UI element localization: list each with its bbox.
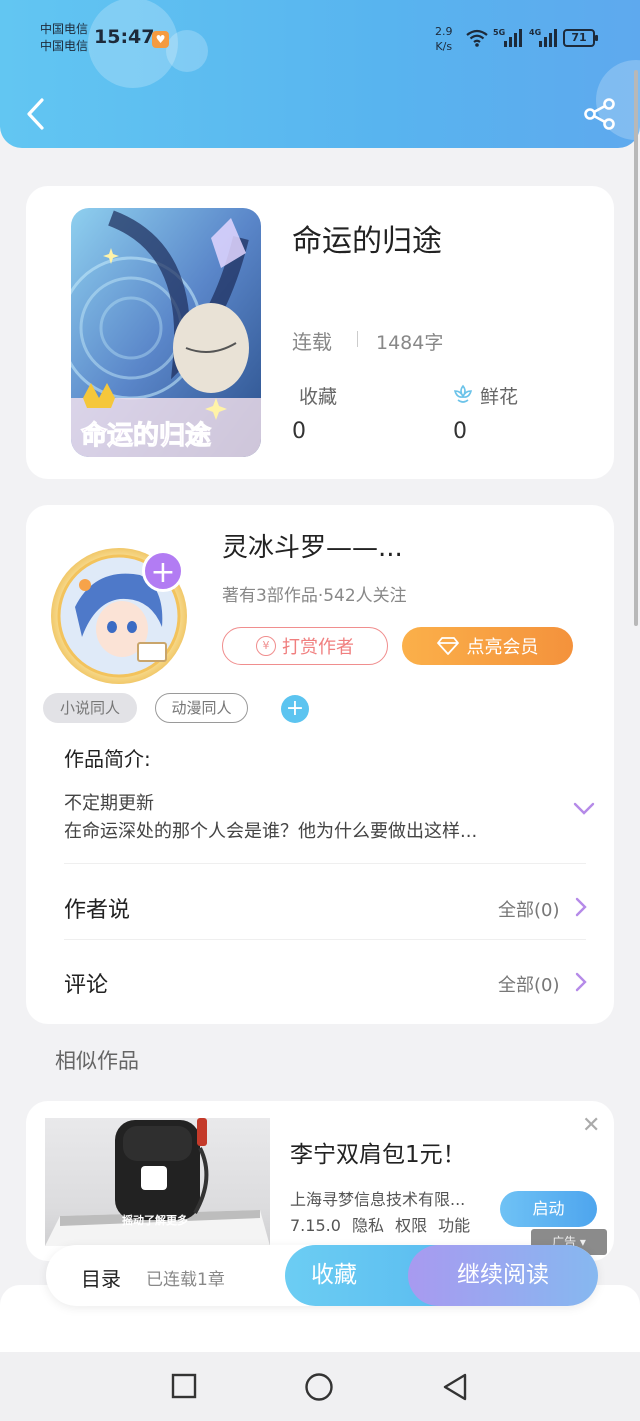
- follow-button[interactable]: +: [142, 550, 184, 592]
- comments-all[interactable]: 全部(0): [498, 971, 560, 997]
- book-title: 命运的归途: [292, 224, 442, 259]
- divider: [64, 939, 586, 940]
- scrollbar[interactable]: [634, 70, 638, 626]
- author-says-all[interactable]: 全部(0): [498, 896, 560, 922]
- svg-text:命运的归途: 命运的归途: [81, 420, 212, 451]
- collect-count: 0: [292, 419, 306, 444]
- header: 中国电信 中国电信 15:47 ♥ 2.9 K/s 5G 4G 71: [0, 0, 640, 148]
- status-carrier: 中国电信 中国电信: [40, 22, 89, 53]
- cover-illustration: 命运的归途: [71, 208, 261, 457]
- ad-company: 上海寻梦信息技术有限...: [290, 1190, 466, 1209]
- signal-icon: [539, 29, 557, 47]
- status-time: 15:47: [94, 26, 155, 48]
- share-icon[interactable]: [582, 96, 618, 132]
- divider: [357, 331, 358, 347]
- ad-card[interactable]: 摇动了解更多 李宁双肩包1元！ 上海寻梦信息技术有限... 7.15.0 隐私 …: [26, 1101, 614, 1261]
- author-card: + 灵冰斗罗——... 著有3部作品·542人关注 ¥ 打赏作者 点亮会员 小说…: [26, 505, 614, 1024]
- tip-author-label: 打赏作者: [282, 637, 354, 658]
- chevron-right-icon: [575, 897, 587, 917]
- back-icon[interactable]: [22, 96, 52, 132]
- intro-line: 不定期更新: [64, 793, 154, 814]
- tag-anime-fanfic[interactable]: 动漫同人: [155, 693, 248, 723]
- home-icon[interactable]: [304, 1372, 334, 1402]
- signal-icon: [504, 29, 522, 47]
- book-cover[interactable]: 命运的归途: [71, 208, 261, 457]
- ad-title[interactable]: 李宁双肩包1元！: [290, 1135, 466, 1169]
- chevron-right-icon: [575, 972, 587, 992]
- flower-icon: [453, 384, 473, 403]
- tag-novel-fanfic[interactable]: 小说同人: [43, 693, 137, 723]
- vip-label: 点亮会员: [466, 637, 539, 658]
- toc-button[interactable]: 目录: [81, 1263, 121, 1292]
- author-meta: 著有3部作品·542人关注: [222, 586, 407, 606]
- ad-meta[interactable]: 7.15.0 隐私 权限 功能: [290, 1212, 470, 1236]
- comments-label[interactable]: 评论: [64, 967, 108, 999]
- system-nav-bar: [0, 1352, 640, 1421]
- continue-reading-button[interactable]: 继续阅读: [408, 1245, 598, 1306]
- notification-icon: ♥: [152, 31, 169, 48]
- book-word-count: 1484字: [376, 332, 444, 354]
- toc-chapter-count: 已连载1章: [146, 1270, 225, 1290]
- flower-count: 0: [453, 419, 467, 444]
- ad-start-button[interactable]: 启动: [500, 1191, 597, 1227]
- close-icon[interactable]: ✕: [582, 1113, 600, 1138]
- book-info-card: 命运的归途 命运的归途 连载 1484字 收藏 0 鲜花 0: [26, 186, 614, 479]
- coin-icon: ¥: [256, 636, 276, 656]
- ad-image-caption: 摇动了解更多: [122, 1213, 188, 1227]
- wifi-icon: [466, 29, 488, 47]
- author-says-label[interactable]: 作者说: [64, 892, 130, 924]
- ad-image[interactable]: 摇动了解更多: [45, 1118, 270, 1246]
- network-speed: 2.9 K/s: [435, 25, 453, 53]
- add-tag-button[interactable]: +: [281, 695, 309, 723]
- recent-apps-icon[interactable]: [170, 1372, 198, 1400]
- divider: [64, 863, 586, 864]
- action-bar: 目录 已连载1章 收藏 继续阅读: [46, 1245, 598, 1306]
- collect-label: 收藏: [299, 386, 338, 408]
- book-status: 连载: [292, 330, 332, 354]
- intro-label: 作品简介:: [64, 747, 151, 771]
- decor-bubble: [166, 30, 208, 72]
- backpack-illustration: 摇动了解更多: [45, 1118, 270, 1246]
- tip-author-button[interactable]: ¥ 打赏作者: [222, 627, 388, 665]
- flower-label: 鲜花: [480, 386, 519, 408]
- battery-icon: 71: [563, 29, 598, 47]
- diamond-icon: [436, 637, 459, 655]
- back-nav-icon[interactable]: [440, 1372, 470, 1402]
- author-name[interactable]: 灵冰斗罗——...: [222, 527, 403, 564]
- expand-chevron-icon[interactable]: [572, 801, 596, 817]
- intro-line: 在命运深处的那个人会是谁？他为什么要做出这样...: [64, 821, 478, 842]
- similar-works-title: 相似作品: [55, 1049, 139, 1073]
- vip-button[interactable]: 点亮会员: [402, 627, 573, 665]
